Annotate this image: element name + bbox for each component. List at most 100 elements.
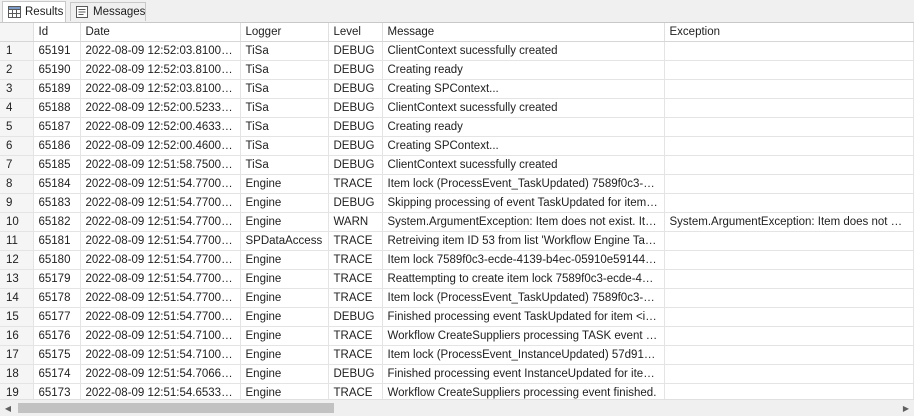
table-row[interactable]: 12 65180 2022-08-09 12:51:54.7700000 Engine… (0, 250, 914, 270)
cell-id[interactable]: 65182 (33, 212, 81, 232)
tab-messages[interactable]: Messages (70, 2, 146, 21)
cell-level[interactable]: TRACE (328, 174, 383, 194)
row-number[interactable]: 9 (0, 193, 34, 213)
cell-level[interactable]: DEBUG (328, 193, 383, 213)
cell-exception[interactable] (664, 250, 914, 270)
cell-date[interactable]: 2022-08-09 12:51:54.7700000 (80, 193, 241, 213)
cell-date[interactable]: 2022-08-09 12:51:54.7700000 (80, 174, 241, 194)
cell-date[interactable]: 2022-08-09 12:52:03.8100000 (80, 41, 241, 61)
cell-level[interactable]: TRACE (328, 326, 383, 346)
cell-id[interactable]: 65181 (33, 231, 81, 251)
cell-exception[interactable] (664, 155, 914, 175)
cell-level[interactable]: DEBUG (328, 364, 383, 384)
cell-message[interactable]: Finished processing event InstanceUpdate… (382, 364, 665, 384)
table-row[interactable]: 15 65177 2022-08-09 12:51:54.7700000 Engine… (0, 307, 914, 327)
cell-logger[interactable]: TiSa (240, 155, 329, 175)
cell-level[interactable]: DEBUG (328, 79, 383, 99)
row-number[interactable]: 17 (0, 345, 34, 365)
cell-date[interactable]: 2022-08-09 12:51:54.7100000 (80, 326, 241, 346)
cell-logger[interactable]: Engine (240, 250, 329, 270)
cell-exception[interactable] (664, 98, 914, 118)
cell-message[interactable]: Reattempting to create item lock 7589f0c… (382, 269, 665, 289)
row-number[interactable]: 13 (0, 269, 34, 289)
table-row[interactable]: 6 65186 2022-08-09 12:52:00.4600000 TiSa DEB… (0, 136, 914, 156)
table-row[interactable]: 13 65179 2022-08-09 12:51:54.7700000 Engine… (0, 269, 914, 289)
row-number[interactable]: 14 (0, 288, 34, 308)
cell-message[interactable]: Creating ready (382, 60, 665, 80)
cell-id[interactable]: 65185 (33, 155, 81, 175)
table-row[interactable]: 16 65176 2022-08-09 12:51:54.7100000 Engine… (0, 326, 914, 346)
cell-date[interactable]: 2022-08-09 12:52:00.4633333 (80, 117, 241, 137)
table-row[interactable]: 5 65187 2022-08-09 12:52:00.4633333 TiSa DEB… (0, 117, 914, 137)
cell-level[interactable]: DEBUG (328, 136, 383, 156)
cell-level[interactable]: DEBUG (328, 60, 383, 80)
cell-date[interactable]: 2022-08-09 12:51:54.7700000 (80, 231, 241, 251)
cell-message[interactable]: Item lock 7589f0c3-ecde-4139-b4ec-05910e… (382, 250, 665, 270)
cell-id[interactable]: 65180 (33, 250, 81, 270)
row-number[interactable]: 10 (0, 212, 34, 232)
cell-level[interactable]: TRACE (328, 383, 383, 400)
cell-level[interactable]: TRACE (328, 231, 383, 251)
cell-id[interactable]: 65178 (33, 288, 81, 308)
table-row[interactable]: 3 65189 2022-08-09 12:52:03.8100000 TiSa DEB… (0, 79, 914, 99)
cell-logger[interactable]: TiSa (240, 79, 329, 99)
cell-exception[interactable] (664, 326, 914, 346)
cell-message[interactable]: Creating SPContext... (382, 136, 665, 156)
cell-date[interactable]: 2022-08-09 12:51:54.7700000 (80, 307, 241, 327)
select-all-corner[interactable] (0, 23, 34, 42)
column-header-level[interactable]: Level (328, 23, 383, 42)
cell-message[interactable]: Workflow CreateSuppliers processing even… (382, 383, 665, 400)
row-number[interactable]: 8 (0, 174, 34, 194)
cell-level[interactable]: TRACE (328, 345, 383, 365)
cell-id[interactable]: 65173 (33, 383, 81, 400)
cell-message[interactable]: ClientContext sucessfully created (382, 155, 665, 175)
cell-exception[interactable] (664, 60, 914, 80)
table-row[interactable]: 17 65175 2022-08-09 12:51:54.7100000 Engine… (0, 345, 914, 365)
table-row[interactable]: 9 65183 2022-08-09 12:51:54.7700000 Engine D… (0, 193, 914, 213)
row-number[interactable]: 2 (0, 60, 34, 80)
cell-logger[interactable]: Engine (240, 288, 329, 308)
row-number[interactable]: 19 (0, 383, 34, 400)
cell-id[interactable]: 65186 (33, 136, 81, 156)
cell-logger[interactable]: Engine (240, 269, 329, 289)
table-row[interactable]: 1 65191 2022-08-09 12:52:03.8100000 TiSa DEB… (0, 41, 914, 61)
cell-message[interactable]: Item lock (ProcessEvent_InstanceUpdated)… (382, 345, 665, 365)
cell-exception[interactable] (664, 364, 914, 384)
cell-id[interactable]: 65176 (33, 326, 81, 346)
cell-logger[interactable]: Engine (240, 345, 329, 365)
cell-level[interactable]: TRACE (328, 269, 383, 289)
cell-message[interactable]: System.ArgumentException: Item does not … (382, 212, 665, 232)
cell-message[interactable]: Item lock (ProcessEvent_TaskUpdated) 758… (382, 288, 665, 308)
row-number[interactable]: 15 (0, 307, 34, 327)
cell-level[interactable]: DEBUG (328, 155, 383, 175)
cell-date[interactable]: 2022-08-09 12:52:03.8100000 (80, 60, 241, 80)
cell-logger[interactable]: Engine (240, 326, 329, 346)
row-number[interactable]: 1 (0, 41, 34, 61)
table-row[interactable]: 8 65184 2022-08-09 12:51:54.7700000 Engine T… (0, 174, 914, 194)
cell-exception[interactable] (664, 307, 914, 327)
cell-exception[interactable] (664, 345, 914, 365)
scroll-left-arrow-icon[interactable]: ◀ (0, 400, 16, 416)
cell-id[interactable]: 65190 (33, 60, 81, 80)
row-number[interactable]: 16 (0, 326, 34, 346)
cell-level[interactable]: WARN (328, 212, 383, 232)
cell-exception[interactable] (664, 41, 914, 61)
cell-id[interactable]: 65183 (33, 193, 81, 213)
cell-date[interactable]: 2022-08-09 12:51:54.7700000 (80, 288, 241, 308)
cell-exception[interactable] (664, 383, 914, 400)
cell-id[interactable]: 65175 (33, 345, 81, 365)
cell-logger[interactable]: Engine (240, 364, 329, 384)
cell-exception[interactable] (664, 269, 914, 289)
row-number[interactable]: 7 (0, 155, 34, 175)
row-number[interactable]: 4 (0, 98, 34, 118)
cell-logger[interactable]: TiSa (240, 117, 329, 137)
column-header-id[interactable]: Id (33, 23, 81, 42)
cell-date[interactable]: 2022-08-09 12:52:00.5233333 (80, 98, 241, 118)
cell-level[interactable]: DEBUG (328, 98, 383, 118)
cell-logger[interactable]: Engine (240, 383, 329, 400)
cell-logger[interactable]: TiSa (240, 98, 329, 118)
scrollbar-thumb[interactable] (18, 403, 334, 413)
cell-id[interactable]: 65191 (33, 41, 81, 61)
cell-date[interactable]: 2022-08-09 12:51:58.7500000 (80, 155, 241, 175)
cell-level[interactable]: TRACE (328, 250, 383, 270)
